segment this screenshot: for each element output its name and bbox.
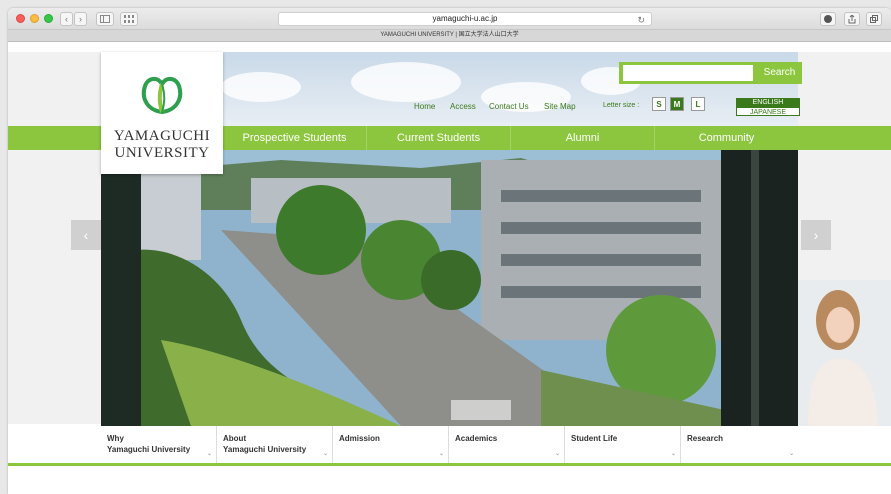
util-link-contact[interactable]: Contact Us [489, 102, 529, 111]
logo-text-line2: UNIVERSITY [114, 145, 210, 161]
forward-button[interactable]: › [74, 12, 87, 26]
share-button[interactable] [844, 12, 860, 26]
tabs-icon [870, 15, 878, 23]
chevron-down-icon: ⌄ [322, 451, 328, 457]
menu-admission[interactable]: Admission ⌄ [333, 426, 449, 463]
menu-research[interactable]: Research ⌄ [681, 426, 798, 463]
side-student-image [798, 280, 891, 426]
menu-why-yamaguchi[interactable]: Why Yamaguchi University ⌄ [101, 426, 217, 463]
chevron-left-icon: ‹ [65, 14, 68, 24]
search-button[interactable]: Search [757, 62, 802, 84]
browser-window: ‹ › yamaguchi-u.ac.jp ↻ YAMAGUCHI UNIVER… [8, 8, 891, 494]
url-text: yamaguchi-u.ac.jp [432, 14, 498, 23]
hero-campus-image [101, 150, 798, 426]
campus-scene [101, 150, 798, 426]
back-button[interactable]: ‹ [60, 12, 73, 26]
chevron-down-icon: ⌄ [438, 451, 444, 457]
menu-about-yamaguchi[interactable]: About Yamaguchi University ⌄ [217, 426, 333, 463]
letter-size-m-button[interactable]: M [670, 97, 684, 111]
chevron-down-icon: ⌄ [554, 451, 560, 457]
menu-item-line2: Yamaguchi University [107, 445, 191, 454]
menu-item-line1: About [223, 434, 247, 443]
nav-prospective-students[interactable]: Prospective Students [223, 126, 367, 150]
language-japanese-button[interactable]: JAPANESE [736, 107, 800, 116]
language-english-button[interactable]: ENGLISH [736, 98, 800, 107]
util-link-home[interactable]: Home [414, 102, 435, 111]
sidebar-button[interactable] [96, 12, 114, 26]
chevron-down-icon: ⌄ [788, 451, 794, 457]
menu-item-line1: Research [687, 434, 724, 443]
tab-title: YAMAGUCHI UNIVERSITY | 国立大学法人山口大学 [380, 32, 519, 38]
reload-icon[interactable]: ↻ [637, 14, 645, 26]
hero-prev-arrow[interactable]: ‹ [71, 220, 101, 250]
maximize-window-button[interactable] [44, 14, 53, 23]
letter-size-l-button[interactable]: L [691, 97, 705, 111]
bottom-menu: Why Yamaguchi University ⌄ About Yamaguc… [101, 426, 798, 466]
university-logo[interactable]: YAMAGUCHI UNIVERSITY [101, 52, 223, 174]
search-form: Search [619, 62, 802, 84]
chevron-right-icon: › [813, 227, 819, 243]
menu-academics[interactable]: Academics ⌄ [449, 426, 565, 463]
logo-text: YAMAGUCHI UNIVERSITY [101, 128, 223, 162]
info-icon [824, 15, 832, 23]
nav-alumni[interactable]: Alumni [511, 126, 655, 150]
web-page: YAMAGUCHI UNIVERSITY Search Home Access … [8, 42, 891, 494]
nav-community[interactable]: Community [655, 126, 798, 150]
util-link-access[interactable]: Access [450, 102, 476, 111]
top-sites-button[interactable] [120, 12, 138, 26]
chevron-down-icon: ⌄ [206, 451, 212, 457]
menu-item-line1: Academics [455, 434, 498, 443]
chevron-down-icon: ⌄ [670, 451, 676, 457]
menu-item-line1: Why [107, 434, 124, 443]
util-link-sitemap[interactable]: Site Map [544, 102, 576, 111]
sidebar-icon [100, 15, 110, 23]
hero-next-arrow[interactable]: › [801, 220, 831, 250]
tabs-button[interactable] [866, 12, 882, 26]
close-window-button[interactable] [16, 14, 25, 23]
address-bar[interactable]: yamaguchi-u.ac.jp ↻ [278, 12, 652, 26]
menu-item-line2: Yamaguchi University [223, 445, 307, 454]
search-input[interactable] [623, 65, 753, 81]
grid-icon [124, 15, 134, 23]
nav-current-students[interactable]: Current Students [367, 126, 511, 150]
menu-student-life[interactable]: Student Life ⌄ [565, 426, 681, 463]
browser-toolbar: ‹ › yamaguchi-u.ac.jp ↻ [8, 8, 891, 30]
menu-item-line1: Admission [339, 434, 380, 443]
chevron-right-icon: › [79, 14, 82, 24]
menu-item-line1: Student Life [571, 434, 618, 443]
letter-size-s-button[interactable]: S [652, 97, 666, 111]
logo-text-line1: YAMAGUCHI [113, 128, 211, 144]
university-emblem-icon [141, 77, 183, 115]
chevron-left-icon: ‹ [83, 227, 89, 243]
tab-title-bar[interactable]: YAMAGUCHI UNIVERSITY | 国立大学法人山口大学 [8, 30, 891, 42]
downloads-button[interactable] [820, 12, 836, 26]
share-icon [848, 14, 856, 24]
letter-size-label: Letter size : [603, 102, 640, 109]
minimize-window-button[interactable] [30, 14, 39, 23]
